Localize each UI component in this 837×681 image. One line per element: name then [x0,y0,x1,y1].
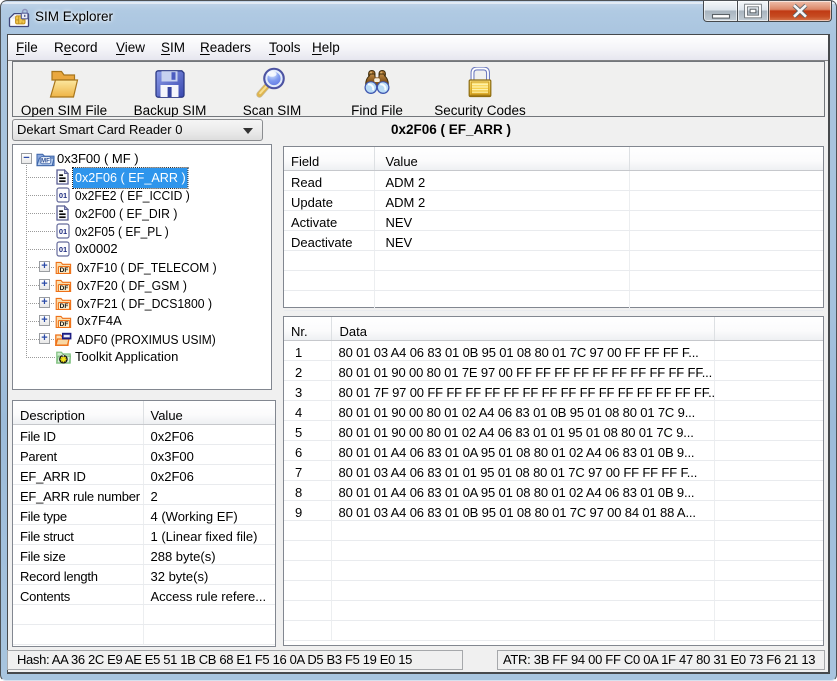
svg-text:01: 01 [59,245,67,254]
svg-text:MF: MF [41,157,50,164]
svg-text:01: 01 [59,227,67,236]
svg-text:01: 01 [59,191,67,200]
